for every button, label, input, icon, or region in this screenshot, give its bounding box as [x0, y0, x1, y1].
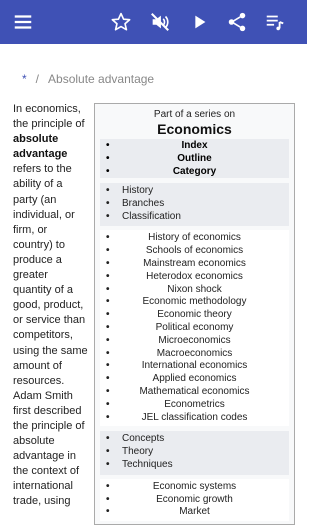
article-line: individual, or — [13, 208, 75, 221]
infobox-group-item[interactable]: Classification — [100, 211, 289, 224]
breadcrumb-separator: / — [35, 72, 40, 86]
article-line: ability of a — [13, 178, 63, 191]
star-icon[interactable] — [110, 11, 132, 33]
infobox-list-link[interactable]: Market — [100, 506, 289, 519]
article-line: trade, using — [13, 495, 71, 508]
share-icon[interactable] — [226, 11, 248, 33]
infobox-list-2: Economic systemsEconomic growthMarket — [100, 478, 289, 522]
article-line: refers to the — [13, 163, 72, 176]
article-text: In economics, the principle of absolute adv… — [13, 102, 89, 510]
article-line: using the same — [13, 344, 88, 357]
volume-off-icon[interactable] — [149, 11, 171, 33]
infobox-list-link[interactable]: Microeconomics — [100, 335, 289, 348]
economics-infobox: Part of a series on Economics IndexOutli… — [94, 103, 295, 525]
article-line: produce a — [13, 253, 62, 266]
infobox-list-link[interactable]: Political economy — [100, 322, 289, 335]
infobox-list-1: History of economicsSchools of economics… — [100, 230, 289, 427]
infobox-list-link[interactable]: Econometrics — [100, 399, 289, 412]
infobox-list-link[interactable]: JEL classification codes — [100, 412, 289, 425]
infobox-nav-link[interactable]: Index — [100, 139, 289, 152]
article-line: country) to — [13, 238, 65, 251]
article-line: amount of — [13, 359, 62, 372]
infobox-list-link[interactable]: Economic systems — [100, 481, 289, 494]
breadcrumb: * / Absolute advantage — [22, 72, 154, 86]
article-line: resources. — [13, 374, 65, 387]
article-line: advantage — [13, 148, 68, 161]
article-line: competitors, — [13, 329, 73, 342]
infobox-group-item[interactable]: Branches — [100, 198, 289, 211]
infobox-list-link[interactable]: Economic theory — [100, 309, 289, 322]
article-line: or service than — [13, 314, 86, 327]
infobox-list-link[interactable]: Schools of economics — [100, 245, 289, 258]
infobox-group-item[interactable]: Techniques — [100, 459, 289, 472]
infobox-nav-link[interactable]: Outline — [100, 152, 289, 165]
infobox-list-link[interactable]: Economic growth — [100, 494, 289, 507]
article-line: greater — [13, 269, 48, 282]
app-bar — [0, 0, 307, 44]
article-line: quantity of a — [13, 284, 73, 297]
article-line: advantage in — [13, 450, 76, 463]
infobox-group-2: ConceptsTheoryTechniques — [100, 431, 289, 475]
infobox-list-link[interactable]: History of economics — [100, 232, 289, 245]
infobox-group-1: HistoryBranchesClassification — [100, 183, 289, 227]
article-line: In economics, — [13, 103, 81, 115]
article-line: the principle of — [13, 118, 85, 131]
playlist-icon[interactable] — [264, 11, 286, 33]
breadcrumb-current: Absolute advantage — [48, 72, 155, 86]
infobox-list-link[interactable]: Mainstream economics — [100, 258, 289, 271]
infobox-list-link[interactable]: International economics — [100, 360, 289, 373]
menu-icon[interactable] — [12, 11, 34, 33]
infobox-group-item[interactable]: Concepts — [100, 433, 289, 446]
article-line: party (an — [13, 193, 57, 206]
play-icon[interactable] — [188, 11, 210, 33]
article-line: good, product, — [13, 299, 84, 312]
article-line: firm, or — [13, 223, 48, 236]
article-line: absolute — [13, 133, 59, 146]
infobox-list-link[interactable]: Mathematical economics — [100, 386, 289, 399]
infobox-nav: IndexOutlineCategory — [100, 139, 289, 178]
article-line: first described — [13, 404, 82, 417]
infobox-nav-link[interactable]: Category — [100, 165, 289, 178]
infobox-group-item[interactable]: Theory — [100, 446, 289, 459]
article-line: absolute — [13, 435, 55, 448]
infobox-list-link[interactable]: Macroeconomics — [100, 348, 289, 361]
article-line: Adam Smith — [13, 389, 73, 402]
infobox-list-link[interactable]: Economic methodology — [100, 296, 289, 309]
infobox-title[interactable]: Economics — [95, 121, 294, 137]
infobox-list-link[interactable]: Heterodox economics — [100, 271, 289, 284]
article-line: international — [13, 480, 73, 493]
infobox-part-of: Part of a series on — [153, 109, 236, 120]
article-line: the principle of — [13, 419, 85, 432]
breadcrumb-home[interactable]: * — [22, 72, 27, 86]
infobox-list-link[interactable]: Nixon shock — [100, 284, 289, 297]
infobox-group-item[interactable]: History — [100, 185, 289, 198]
article-line: the context of — [13, 465, 80, 478]
infobox-list-link[interactable]: Applied economics — [100, 373, 289, 386]
